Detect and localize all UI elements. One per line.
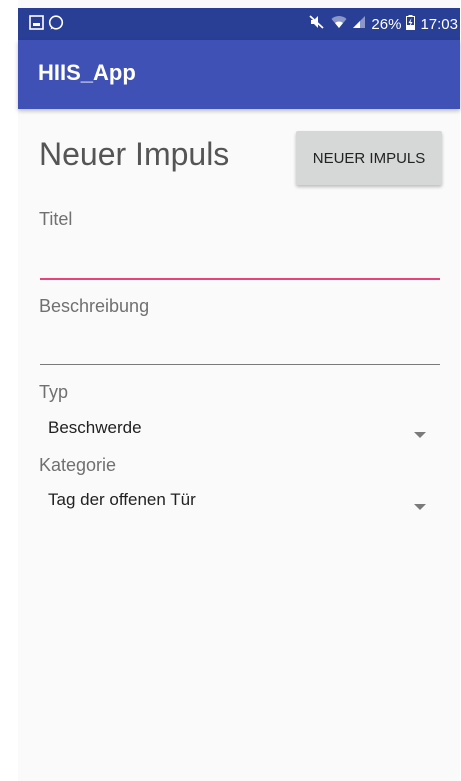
form-content: Neuer Impuls NEUER IMPULS Titel Beschrei… — [18, 109, 460, 781]
app-bar: HIIS_App — [18, 40, 460, 109]
app-screen: 26% 17:03 HIIS_App Neuer Impuls NEUER IM… — [18, 0, 460, 781]
status-right-area: 26% 17:03 — [308, 8, 460, 40]
beschreibung-label: Beschreibung — [39, 296, 150, 316]
app-title: HIIS_App — [38, 60, 136, 85]
mute-icon — [308, 14, 326, 34]
battery-percent: 26% — [371, 15, 402, 33]
titel-input[interactable] — [40, 237, 440, 279]
titel-input-underline — [40, 278, 440, 280]
whatsapp-icon — [48, 15, 64, 36]
battery-icon — [406, 14, 416, 34]
kategorie-selected-value: Tag der offenen Tür — [48, 490, 196, 509]
dropdown-arrow-icon — [414, 425, 426, 443]
dropdown-arrow-icon — [414, 497, 426, 515]
titel-label: Titel — [39, 209, 73, 229]
new-impulse-button[interactable]: NEUER IMPULS — [296, 131, 442, 185]
signal-icon — [352, 15, 366, 33]
typ-dropdown[interactable]: Beschwerde — [40, 412, 440, 444]
beschreibung-input[interactable] — [40, 324, 440, 364]
status-bar: 26% 17:03 — [18, 8, 460, 40]
typ-label: Typ — [39, 382, 69, 402]
status-left-icons — [29, 15, 64, 36]
typ-selected-value: Beschwerde — [48, 418, 142, 437]
page-title: Neuer Impuls — [39, 136, 230, 172]
wifi-icon — [331, 15, 347, 33]
gallery-icon — [29, 15, 44, 36]
kategorie-dropdown[interactable]: Tag der offenen Tür — [40, 484, 440, 516]
clock: 17:03 — [420, 15, 458, 33]
kategorie-label: Kategorie — [39, 455, 117, 475]
beschreibung-input-underline — [40, 364, 440, 365]
